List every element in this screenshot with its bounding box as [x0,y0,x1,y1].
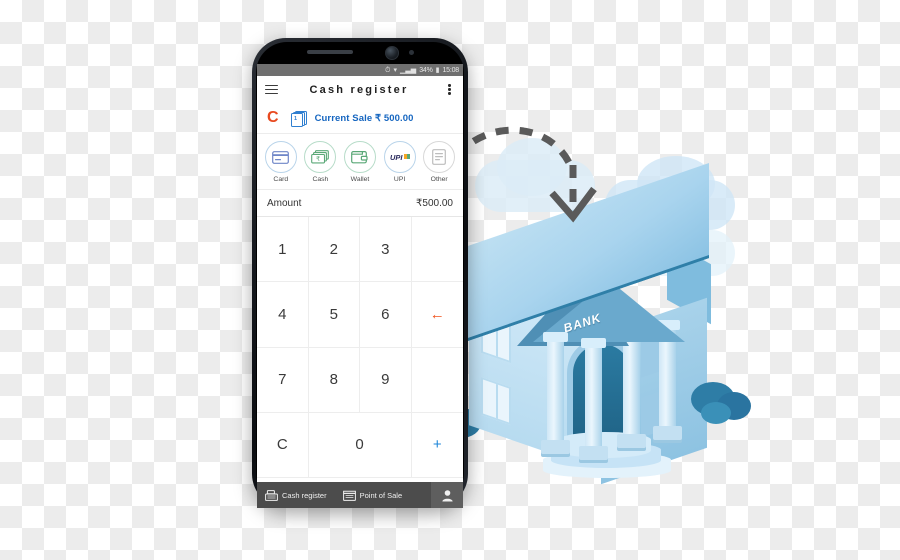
page-title: Cash register [309,83,409,96]
nav-item-label: Point of Sale [359,490,403,500]
payment-method-label: Cash [312,176,329,183]
stacked-receipts-icon: 1 [290,111,307,127]
point-of-sale-icon [342,490,356,501]
numeric-keypad: 1 2 3 4 5 6 ← 7 8 9 C 0 + [257,217,463,478]
document-icon [423,141,456,173]
bottom-navigation-bar: Cash register Point of Sale [257,482,463,508]
amount-label: Amount [267,197,302,209]
key-5[interactable]: 5 [308,282,360,348]
current-sale-row[interactable]: C 1 Current Sale ₹ 500.00 [257,103,463,134]
column-base [541,440,570,454]
upi-logo-icon: UPI [383,141,416,173]
phone-top-bezel [252,38,468,64]
payment-method-label: Wallet [350,176,370,183]
key-3[interactable]: 3 [360,217,412,283]
wifi-icon: ▾ [393,66,398,74]
current-sale-label: Current Sale ₹ 500.00 [314,112,414,124]
curved-dashed-arrow-icon [444,126,597,223]
alarm-icon: ⏱ [385,66,391,74]
payment-method-cash[interactable]: ₹ Cash [304,141,337,183]
column-capital [581,338,606,348]
column-base [617,434,646,448]
payment-method-label: Other [430,176,448,183]
smartphone-mockup: ⏱ ▾ ▁▃▅ 34% ▮ 15:08 Cash register C 1 Cu… [252,38,468,508]
key-1[interactable]: 1 [257,217,309,283]
column-capital [543,332,568,342]
key-4[interactable]: 4 [257,282,309,348]
overflow-menu-icon[interactable] [444,84,455,95]
scene: BANK ⏱ ▾ ▁▃▅ 34% ▮ 15:08 Cash register C… [0,0,900,560]
payment-method-other[interactable]: Other [423,141,456,183]
signal-icon: ▁▃▅ [400,66,417,74]
column [585,346,602,450]
nav-item-label: Cash register [282,490,327,500]
plus-icon[interactable]: + [411,412,463,478]
payment-method-upi[interactable]: UPI UPI [383,141,416,183]
keypad-side-blank [411,347,463,413]
proximity-sensor-icon [409,50,414,55]
payment-methods-row: Card ₹ Cash Wallet UPI UPI Other [257,134,463,190]
sale-count-badge: 1 [294,116,298,122]
nav-item-point-of-sale[interactable]: Point of Sale [335,490,411,501]
wallet-icon [343,141,376,173]
nav-item-cash-register[interactable]: Cash register [257,489,335,501]
column-base [653,426,682,440]
amount-row: Amount ₹500.00 [257,190,463,217]
person-icon[interactable] [431,482,463,508]
app-bar: Cash register [257,76,463,103]
key-0[interactable]: 0 [308,412,412,478]
svg-text:UPI: UPI [390,153,403,162]
payment-method-label: UPI [393,176,406,183]
payment-method-wallet[interactable]: Wallet [343,141,376,183]
cash-register-icon [265,489,278,501]
credit-card-icon [264,141,297,173]
clock-label: 15:08 [442,66,459,74]
key-8[interactable]: 8 [308,347,360,413]
earpiece-speaker [307,50,353,54]
phone-screen: ⏱ ▾ ▁▃▅ 34% ▮ 15:08 Cash register C 1 Cu… [257,64,463,482]
bush-shape [701,402,731,424]
keypad-side-blank [411,217,463,283]
front-camera-icon [385,46,399,60]
column [547,340,564,444]
avatar: C [267,109,279,126]
amount-value: ₹500.00 [416,197,453,209]
payment-method-card[interactable]: Card [264,141,297,183]
payment-method-label: Card [273,176,289,183]
battery-percent-label: 34% [419,66,433,74]
key-clear[interactable]: C [257,412,309,478]
column [659,328,676,432]
key-9[interactable]: 9 [360,347,412,413]
battery-icon: ▮ [435,66,440,74]
key-2[interactable]: 2 [308,217,360,283]
column [623,334,640,438]
column-base [579,446,608,460]
key-7[interactable]: 7 [257,347,309,413]
key-6[interactable]: 6 [360,282,412,348]
status-bar: ⏱ ▾ ▁▃▅ 34% ▮ 15:08 [257,64,463,76]
banknotes-icon: ₹ [304,141,337,173]
backspace-arrow-icon[interactable]: ← [411,282,463,348]
